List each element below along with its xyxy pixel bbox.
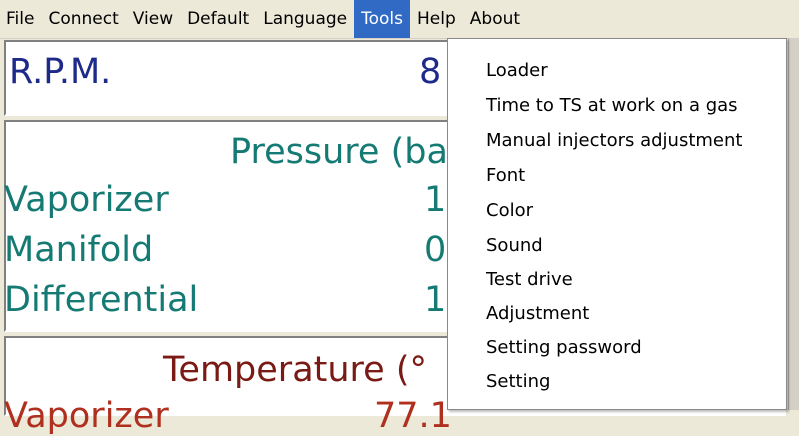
menu-language[interactable]: Language (256, 0, 354, 38)
menu-item-test-drive[interactable]: Test drive (486, 268, 573, 292)
menu-item-adjustment[interactable]: Adjustment (486, 302, 589, 326)
menu-item-sound[interactable]: Sound (486, 234, 543, 258)
vaporizer-temperature-label: Vaporizer (4, 396, 169, 436)
menu-item-time-to-ts[interactable]: Time to TS at work on a gas (486, 94, 738, 118)
manifold-pressure-label: Manifold (4, 230, 154, 270)
rpm-value: 8 (419, 52, 442, 92)
rpm-label: R.P.M. (9, 52, 112, 92)
pressure-title: Pressure (ba (230, 132, 448, 172)
menu-item-loader[interactable]: Loader (486, 59, 548, 83)
window-edge (788, 38, 799, 410)
menu-file[interactable]: File (0, 0, 41, 38)
menu-about[interactable]: About (463, 0, 527, 38)
menu-item-setting[interactable]: Setting (486, 370, 550, 394)
menu-help[interactable]: Help (410, 0, 463, 38)
vaporizer-temperature-value: 77.1 (374, 396, 452, 436)
differential-pressure-label: Differential (4, 280, 199, 320)
menu-item-manual-injectors[interactable]: Manual injectors adjustment (486, 129, 742, 153)
menu-item-color[interactable]: Color (486, 199, 533, 223)
temperature-title: Temperature (° (163, 350, 427, 390)
menu-connect[interactable]: Connect (41, 0, 125, 38)
vaporizer-pressure-label: Vaporizer (4, 180, 169, 220)
tools-dropdown-menu: Loader Time to TS at work on a gas Manua… (447, 38, 787, 410)
menu-item-setting-password[interactable]: Setting password (486, 336, 642, 360)
menu-view[interactable]: View (126, 0, 180, 38)
menu-tools[interactable]: Tools (354, 0, 411, 38)
menu-item-font[interactable]: Font (486, 164, 525, 188)
menu-bar: File Connect View Default Language Tools… (0, 0, 799, 39)
menu-default[interactable]: Default (180, 0, 256, 38)
